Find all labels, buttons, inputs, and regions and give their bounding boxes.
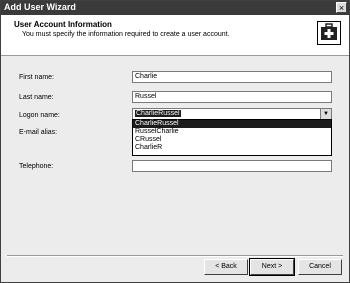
header-subtitle: You must specify the information require… [22,31,230,38]
email-alias-label: E-mail alias: [19,129,58,136]
add-user-wizard-window: Add User Wizard × User Account Informati… [0,0,350,283]
last-name-field[interactable]: Russel [132,91,332,103]
logon-name-label: Logon name: [19,112,60,119]
header-title: User Account Information [14,20,112,29]
next-button[interactable]: Next > [249,258,295,276]
close-button[interactable]: × [336,2,347,13]
chevron-down-icon[interactable]: ▼ [320,109,331,119]
wizard-header: User Account Information You must specif… [1,15,349,56]
logon-name-dropdown-list: CharlieRussel RusselCharlie CRussel Char… [132,119,332,156]
first-name-field[interactable]: Charlie [132,71,332,83]
footer-separator [7,255,343,257]
window-title: Add User Wizard [4,2,76,12]
back-button[interactable]: < Back [204,259,248,275]
logon-option[interactable]: CRussel [133,136,331,144]
first-name-label: First name: [19,74,55,81]
last-name-label: Last name: [19,94,54,101]
logon-option[interactable]: CharlieR [133,144,331,152]
cancel-button[interactable]: Cancel [298,259,342,275]
logon-option[interactable]: CharlieRussel [133,120,331,128]
logon-name-value: CharlieRussel [135,110,181,117]
title-bar: Add User Wizard × [1,1,349,15]
wizard-first-aid-icon [317,21,341,45]
telephone-label: Telephone: [19,163,54,170]
logon-option[interactable]: RusselCharlie [133,128,331,136]
telephone-field[interactable] [132,160,332,172]
